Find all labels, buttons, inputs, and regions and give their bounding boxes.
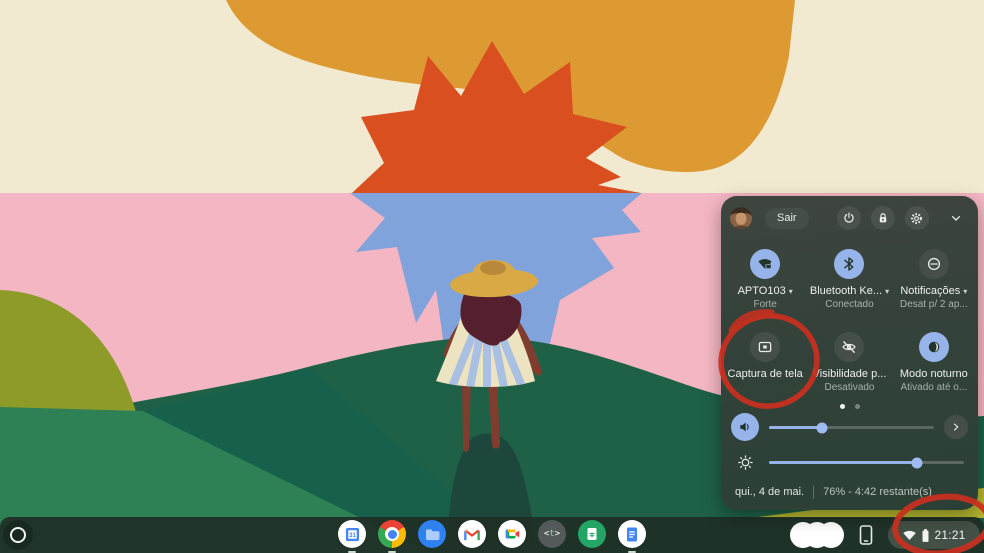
app-text-editor[interactable]: < t > bbox=[538, 520, 566, 548]
do-not-disturb-icon bbox=[927, 257, 940, 271]
text-editor-icon: < t > bbox=[538, 520, 566, 548]
page-dot[interactable] bbox=[854, 404, 860, 409]
app-google-docs[interactable] bbox=[618, 520, 646, 553]
battery-icon bbox=[922, 528, 929, 542]
volume-slider-thumb[interactable] bbox=[816, 422, 828, 433]
app-files[interactable] bbox=[418, 520, 446, 548]
dropdown-arrow-icon: ▾ bbox=[963, 287, 968, 296]
tile-notifications[interactable]: Notificações ▾ Desat p/ 2 ap... bbox=[892, 249, 976, 311]
lock-button[interactable] bbox=[870, 206, 895, 230]
app-google-sheets[interactable] bbox=[578, 520, 606, 548]
tile-visibility-sublabel: Desativado bbox=[824, 382, 875, 393]
status-tray[interactable]: 21:21 bbox=[888, 521, 980, 549]
tile-screen-capture-label: Captura de tela bbox=[727, 368, 803, 380]
dropdown-arrow-icon: ▾ bbox=[788, 287, 793, 296]
tile-bluetooth[interactable]: Bluetooth Ke... ▾ Conectado bbox=[807, 249, 891, 311]
dropdown-arrow-icon: ▾ bbox=[885, 287, 890, 296]
tile-night-mode-sublabel: Ativado até o... bbox=[900, 382, 968, 393]
night-mode-icon bbox=[928, 341, 940, 353]
chevron-down-icon bbox=[952, 216, 960, 221]
app-google-meet[interactable] bbox=[498, 520, 526, 548]
app-gmail[interactable] bbox=[458, 520, 486, 548]
battery-status-label[interactable]: 76% - 4:42 restante(s) bbox=[823, 486, 932, 498]
sign-out-button[interactable]: Sair bbox=[765, 207, 809, 229]
tile-night-mode-label: Modo noturno bbox=[899, 368, 968, 380]
brightness-row bbox=[731, 448, 968, 476]
bluetooth-icon bbox=[844, 257, 854, 271]
date-label[interactable]: qui., 4 de mai. bbox=[735, 486, 804, 498]
shelf-right-cluster: 21:21 bbox=[790, 520, 980, 550]
tile-network[interactable]: APTO103 ▾ Forte bbox=[723, 249, 807, 311]
brightness-slider-thumb[interactable] bbox=[911, 457, 923, 468]
audio-settings-button[interactable] bbox=[944, 415, 968, 439]
launcher-icon bbox=[10, 527, 26, 543]
volume-row bbox=[731, 413, 968, 441]
chrome-icon bbox=[378, 520, 406, 548]
wifi-lock-icon bbox=[758, 259, 772, 270]
lock-icon bbox=[879, 213, 886, 223]
volume-slider[interactable] bbox=[769, 413, 934, 441]
brightness-slider[interactable] bbox=[769, 448, 964, 476]
folder-icon bbox=[425, 528, 439, 540]
shelf: 31 < t > 21:21 bbox=[0, 517, 984, 553]
quick-settings-panel: Sair APTO103 ▾ Forte Bluetooth Ke... ▾ C… bbox=[721, 196, 978, 510]
feature-tiles: APTO103 ▾ Forte Bluetooth Ke... ▾ Conectad… bbox=[723, 249, 976, 394]
speaker-icon bbox=[740, 422, 749, 432]
tile-bluetooth-sublabel: Conectado bbox=[825, 299, 874, 310]
collapse-button[interactable] bbox=[944, 206, 968, 230]
meet-icon bbox=[505, 529, 519, 539]
power-icon bbox=[843, 212, 854, 223]
page-dot-active[interactable] bbox=[839, 404, 845, 409]
phone-icon bbox=[859, 525, 873, 545]
screen-capture-icon bbox=[758, 341, 772, 353]
tote-holding-space[interactable] bbox=[790, 522, 844, 548]
avatar[interactable] bbox=[730, 207, 752, 229]
svg-text:31: 31 bbox=[349, 532, 356, 539]
tile-notifications-label: Notificações bbox=[900, 285, 961, 297]
app-google-chrome[interactable] bbox=[378, 520, 406, 553]
visibility-off-icon bbox=[842, 341, 857, 353]
power-button[interactable] bbox=[836, 206, 861, 230]
settings-gear-icon bbox=[911, 212, 922, 224]
chevron-right-icon bbox=[953, 423, 959, 431]
tile-bluetooth-label: Bluetooth Ke... bbox=[809, 285, 883, 297]
wifi-icon bbox=[903, 530, 917, 540]
tote-thumbnail[interactable] bbox=[818, 522, 844, 548]
tile-network-label: APTO103 bbox=[737, 285, 786, 297]
settings-button[interactable] bbox=[904, 206, 929, 230]
tile-visibility[interactable]: Visibilidade p... Desativado bbox=[807, 332, 891, 394]
phone-hub-button[interactable] bbox=[852, 520, 880, 550]
shelf-apps: 31 < t > bbox=[338, 520, 646, 553]
volume-mute-button[interactable] bbox=[731, 413, 759, 441]
docs-icon bbox=[627, 527, 637, 541]
calendar-icon: 31 bbox=[345, 527, 359, 541]
launcher-button[interactable] bbox=[3, 520, 33, 550]
page-indicator[interactable] bbox=[721, 404, 978, 409]
tile-night-mode[interactable]: Modo noturno Ativado até o... bbox=[892, 332, 976, 394]
tile-notifications-sublabel: Desat p/ 2 ap... bbox=[899, 299, 968, 310]
app-google-calendar[interactable]: 31 bbox=[338, 520, 366, 553]
tile-screen-capture[interactable]: Captura de tela bbox=[723, 332, 807, 394]
footer-divider bbox=[813, 485, 815, 499]
gmail-icon bbox=[464, 529, 480, 540]
quick-settings-header: Sair bbox=[730, 205, 968, 231]
chromeos-desktop: Sair APTO103 ▾ Forte Bluetooth Ke... ▾ C… bbox=[0, 0, 984, 553]
brightness-icon bbox=[737, 454, 753, 470]
clock-label: 21:21 bbox=[934, 528, 966, 542]
tile-visibility-label: Visibilidade p... bbox=[812, 368, 887, 380]
tile-network-sublabel: Forte bbox=[753, 299, 777, 310]
quick-settings-footer: qui., 4 de mai. 76% - 4:42 restante(s) bbox=[735, 480, 968, 504]
sheets-icon bbox=[587, 528, 597, 540]
